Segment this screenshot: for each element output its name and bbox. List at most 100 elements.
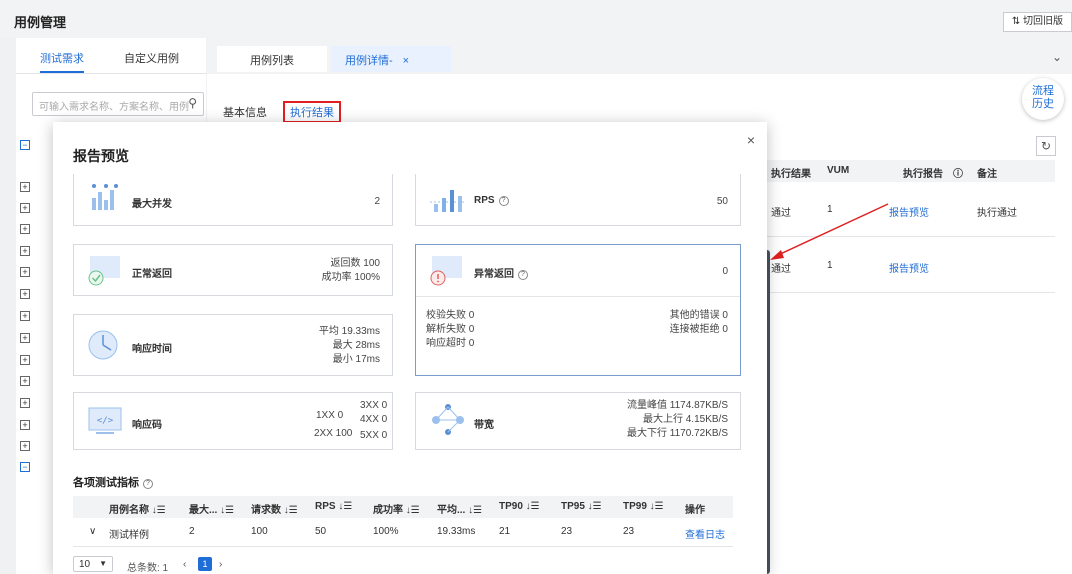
view-log-link[interactable]: 查看日志 (685, 526, 725, 541)
tree-expand-icon[interactable]: + (20, 398, 30, 408)
rps-icon (430, 190, 464, 212)
th-exec-report: 执行报告 (903, 169, 943, 180)
th-max-concurrency[interactable]: 最大... ↓☰ (189, 501, 234, 516)
page-size-select[interactable]: 10 ▼ (73, 556, 113, 572)
tab-case-detail[interactable]: 用例详情- × (331, 46, 451, 72)
tree-expand-icon[interactable]: + (20, 333, 30, 343)
th-action: 操作 (685, 505, 705, 516)
result-table-header: 执行结果 VUM 执行报告 ⓘ 备注 (765, 160, 1055, 182)
row-divider (765, 292, 1055, 293)
row2-report-link[interactable]: 报告预览 (889, 260, 929, 275)
row1-report-link[interactable]: 报告预览 (889, 204, 929, 219)
card-normal-return: 正常返回 返回数 100 成功率 100% (73, 244, 393, 296)
th-case-name[interactable]: 用例名称 ↓☰ (109, 501, 166, 516)
other-errors: 其他的错误 0 (669, 310, 728, 321)
tree-expand-icon[interactable]: + (20, 224, 30, 234)
tab-case-detail-label: 用例详情- (345, 55, 393, 67)
tree-expand-icon[interactable]: + (20, 246, 30, 256)
page-button-current[interactable]: 1 (198, 557, 212, 571)
th-avg[interactable]: 平均... ↓☰ (437, 501, 482, 516)
flow-history-button[interactable]: 流程 历史 (1022, 78, 1064, 120)
abnormal-right-list: 其他的错误 0 连接被拒绝 0 (670, 309, 728, 337)
th-exec-result: 执行结果 (771, 169, 811, 180)
tree-tabs: 测试需求 自定义用例 (16, 38, 206, 74)
tree-expand-icon[interactable]: + (20, 355, 30, 365)
parse-failure: 解析失败 0 (426, 324, 475, 335)
tree-expand-icon[interactable]: + (20, 311, 30, 321)
tree-collapse-icon[interactable]: − (20, 140, 30, 150)
success-rate: 成功率 100% (321, 272, 380, 283)
tree-expand-icon[interactable]: + (20, 441, 30, 451)
card-max-concurrency: 最大并发 2 (73, 174, 393, 226)
help-icon[interactable]: ? (498, 196, 509, 206)
next-page-icon[interactable]: › (219, 559, 222, 570)
card-bandwidth: 带宽 流量峰值 1174.87KB/S 最大上行 4.15KB/S 最大下行 1… (415, 392, 741, 450)
row1-result: 通过 (771, 208, 791, 219)
th-success-rate[interactable]: 成功率 ↓☰ (373, 501, 420, 516)
tree-expand-icon[interactable]: + (20, 420, 30, 430)
code-icon: </> (88, 407, 122, 434)
card-rps-value: 50 (716, 196, 728, 207)
card-response-time-values: 平均 19.33ms 最大 28ms 最小 17ms (319, 325, 380, 367)
cell-case-name: 测试样例 (109, 530, 149, 541)
th-rps[interactable]: RPS ↓☰ (315, 501, 352, 512)
code-5xx: 5XX 0 (360, 430, 388, 441)
switch-old-version-button[interactable]: ⇅ 切回旧版 (1002, 12, 1072, 32)
card-bandwidth-values: 流量峰值 1174.87KB/S 最大上行 4.15KB/S 最大下行 1170… (627, 399, 728, 441)
th-tp90[interactable]: TP90 ↓☰ (499, 501, 540, 512)
card-normal-return-label: 正常返回 (132, 269, 172, 280)
response-timeout: 响应超时 0 (426, 338, 475, 349)
tree-expand-icon[interactable]: + (20, 376, 30, 386)
help-icon[interactable]: ⓘ (953, 165, 963, 180)
tab-custom-cases[interactable]: 自定义用例 (124, 50, 179, 66)
card-response-code-label: 响应码 (132, 420, 162, 431)
card-divider (416, 296, 740, 297)
svg-text:</>: </> (97, 416, 114, 426)
help-icon[interactable]: ? (143, 479, 153, 489)
metrics-title-text: 各项测试指标 (73, 477, 139, 489)
help-icon[interactable]: ? (518, 270, 528, 280)
th-tp95[interactable]: TP95 ↓☰ (561, 501, 602, 512)
cell-success-rate: 100% (373, 526, 399, 537)
return-count: 返回数 100 (330, 258, 380, 269)
cell-tp99: 23 (623, 526, 635, 537)
search-placeholder: 可输入需求名称、方案名称、用例 (39, 102, 189, 113)
cell-rps: 50 (315, 526, 327, 537)
row2-vum: 1 (827, 260, 833, 271)
close-icon[interactable]: × (403, 55, 409, 67)
total-count: 总条数: 1 (127, 563, 169, 574)
tab-execution-result[interactable]: 执行结果 (283, 101, 341, 123)
tree-expand-icon[interactable]: + (20, 289, 30, 299)
cell-requests: 100 (251, 526, 268, 537)
search-icon[interactable]: ⚲ (188, 96, 197, 110)
tree-expand-icon[interactable]: + (20, 267, 30, 277)
card-response-time-label: 响应时间 (132, 344, 172, 355)
tree-search-input[interactable]: 可输入需求名称、方案名称、用例 ⚲ (32, 92, 204, 116)
chevron-down-icon: ▼ (99, 559, 107, 568)
prev-page-icon[interactable]: ‹ (183, 559, 186, 570)
tab-case-list[interactable]: 用例列表 (217, 46, 327, 72)
flow-history-line2: 历史 (1032, 98, 1054, 110)
th-vum: VUM (827, 165, 850, 176)
tab-basic-info[interactable]: 基本信息 (223, 104, 267, 120)
chevron-down-icon[interactable]: ⌄ (1052, 50, 1062, 64)
flow-history-line1: 流程 (1032, 85, 1054, 97)
card-response-time: 响应时间 平均 19.33ms 最大 28ms 最小 17ms (73, 314, 393, 376)
card-bandwidth-label: 带宽 (474, 420, 494, 431)
cell-max-concurrency: 2 (189, 526, 195, 537)
card-max-concurrency-value: 2 (374, 196, 380, 207)
tree-expand-icon[interactable]: + (20, 203, 30, 213)
th-requests[interactable]: 请求数 ↓☰ (251, 501, 298, 516)
metrics-title: 各项测试指标? (73, 474, 153, 490)
row2-result: 通过 (771, 264, 791, 275)
page-title: 用例管理 (14, 15, 67, 30)
document-tabs: 用例列表 用例详情- × ⌄ (207, 38, 1072, 74)
th-tp99[interactable]: TP99 ↓☰ (623, 501, 664, 512)
close-icon[interactable]: × (747, 132, 755, 148)
row-expand-icon[interactable]: ∨ (89, 526, 96, 537)
tab-test-requirements[interactable]: 测试需求 (40, 50, 84, 73)
tree-collapse-icon[interactable]: − (20, 462, 30, 472)
tree-expand-icon[interactable]: + (20, 182, 30, 192)
validation-failure: 校验失败 0 (426, 310, 475, 321)
refresh-icon[interactable]: ↻ (1036, 136, 1056, 156)
